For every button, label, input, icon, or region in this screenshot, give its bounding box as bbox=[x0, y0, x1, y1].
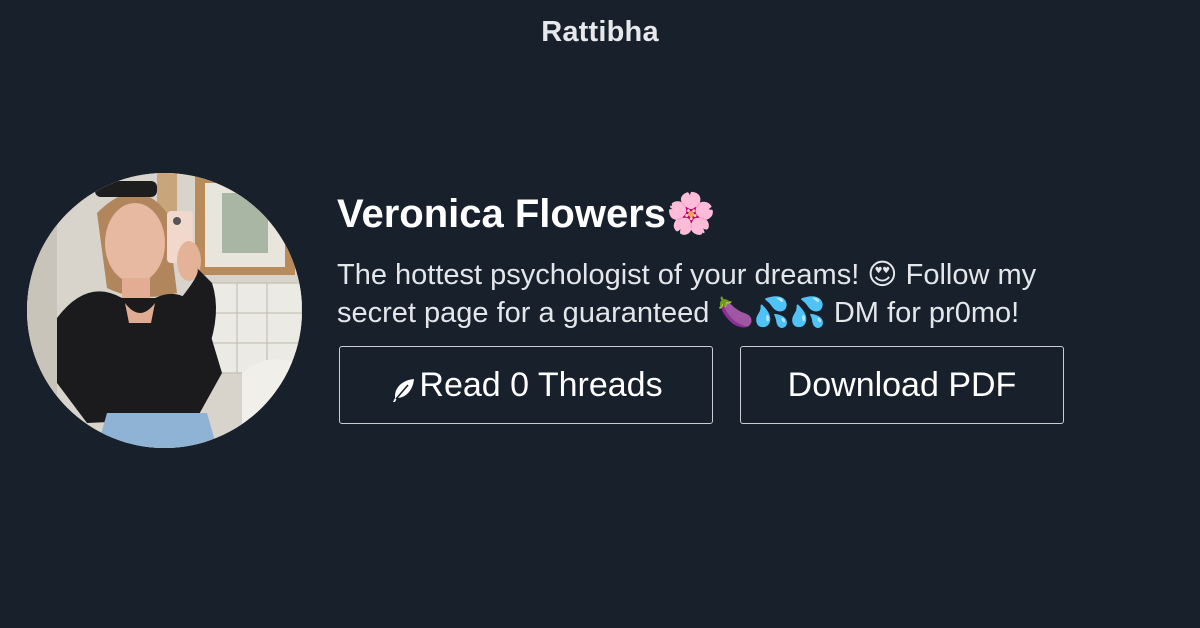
download-pdf-button[interactable]: Download PDF bbox=[740, 346, 1064, 424]
profile-avatar bbox=[27, 173, 302, 448]
profile-bio: The hottest psychologist of your dreams!… bbox=[337, 256, 1137, 332]
profile-info: Veronica Flowers🌸 The hottest psychologi… bbox=[337, 190, 1177, 332]
profile-name: Veronica Flowers🌸 bbox=[337, 192, 716, 236]
bio-line-1: The hottest psychologist of your dreams!… bbox=[337, 259, 1037, 291]
download-pdf-label: Download PDF bbox=[787, 365, 1017, 404]
feather-icon bbox=[389, 374, 417, 402]
read-threads-label: Read 0 Threads bbox=[419, 365, 663, 404]
bio-line-2: secret page for a guaranteed 🍆💦💦 DM for … bbox=[337, 297, 1020, 329]
site-brand[interactable]: Rattibha bbox=[0, 16, 1200, 49]
share-card: Rattibha Veronica Flowers🌸 The hottest p… bbox=[0, 0, 1200, 628]
avatar-photo-illustration bbox=[27, 173, 302, 448]
read-threads-button[interactable]: Read 0 Threads bbox=[339, 346, 713, 424]
